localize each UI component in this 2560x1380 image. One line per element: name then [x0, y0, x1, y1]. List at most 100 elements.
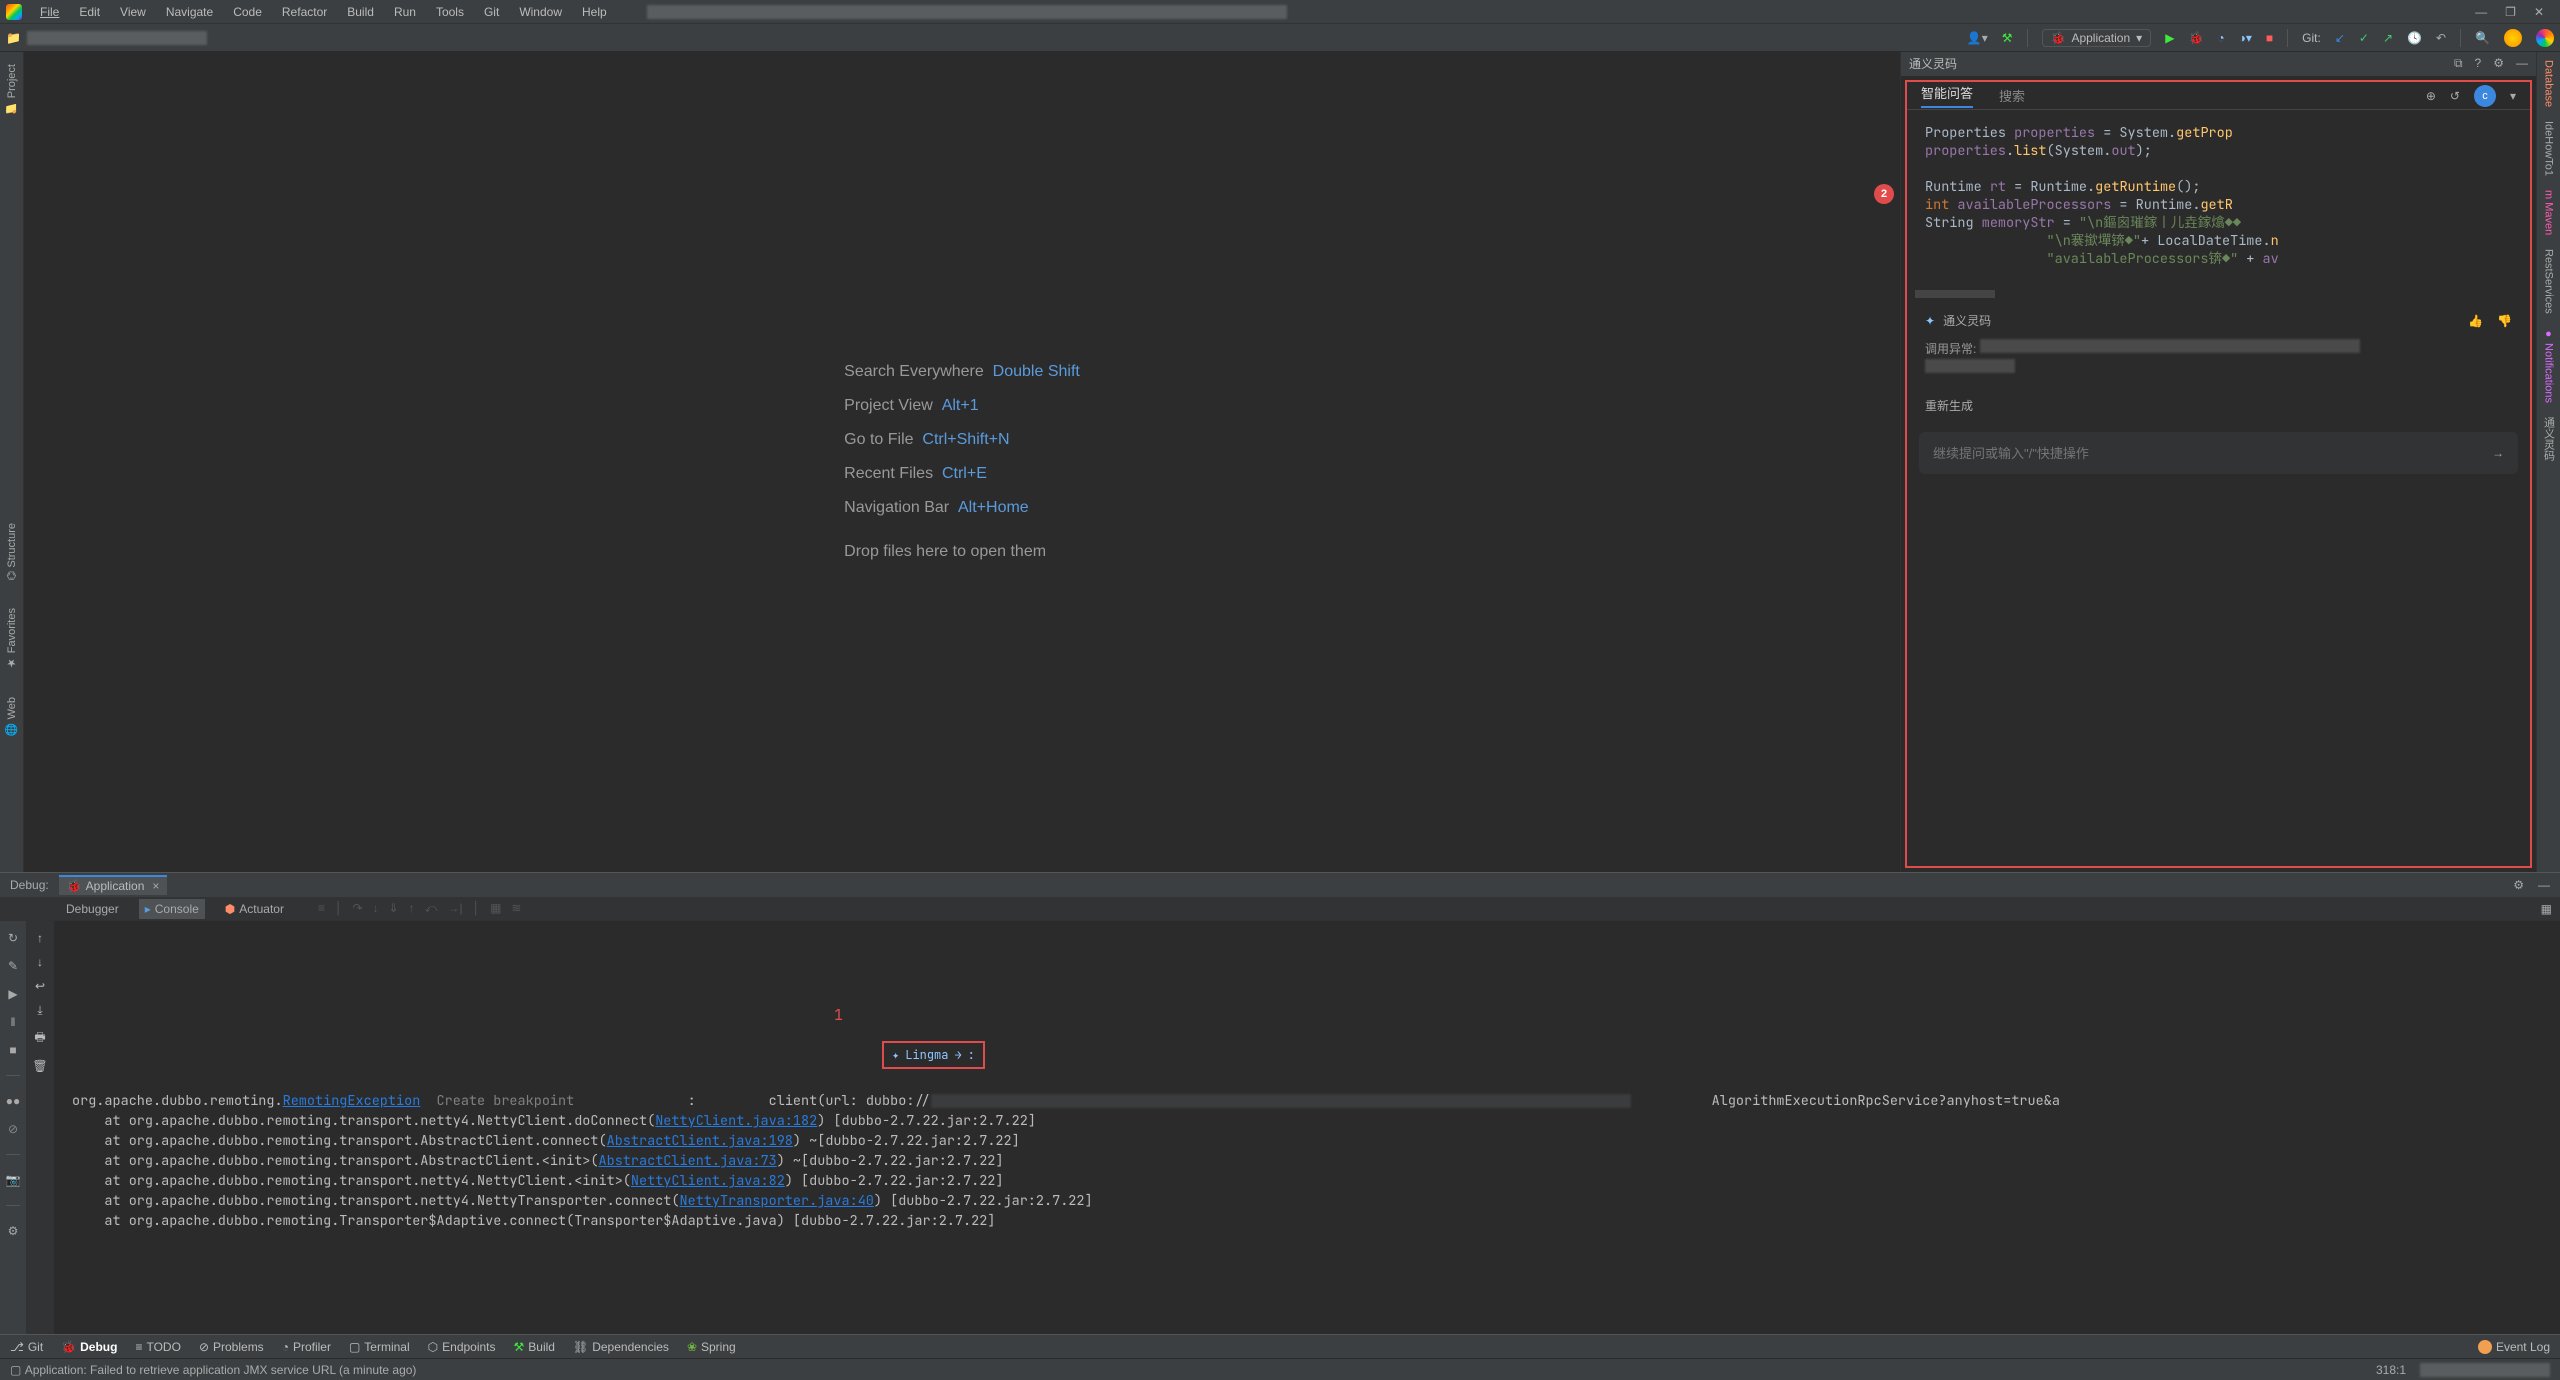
- lingma-suggestion[interactable]: ✦Lingma→:: [882, 1041, 985, 1069]
- source-link[interactable]: NettyClient.java:82: [631, 1172, 785, 1190]
- avatar-icon[interactable]: [2504, 29, 2522, 47]
- thumbs-up-button[interactable]: 👍: [2468, 314, 2483, 328]
- tw-spring[interactable]: ❀Spring: [687, 1340, 736, 1354]
- menu-window[interactable]: Window: [509, 3, 572, 21]
- tab-search[interactable]: 搜索: [1999, 86, 2025, 105]
- search-everywhere-button[interactable]: 🔍: [2475, 31, 2490, 45]
- menu-navigate[interactable]: Navigate: [156, 3, 223, 21]
- rail-web[interactable]: 🌐 Web: [3, 693, 20, 740]
- resume-button[interactable]: ▶: [8, 987, 17, 1001]
- down-arrow-icon[interactable]: ↓: [37, 955, 43, 969]
- menu-edit[interactable]: Edit: [69, 3, 110, 21]
- event-log-button[interactable]: Event Log: [2478, 1340, 2550, 1354]
- new-chat-button[interactable]: ⊕: [2426, 89, 2436, 103]
- git-push-button[interactable]: ↗: [2383, 31, 2393, 45]
- exception-link[interactable]: RemotingException: [283, 1092, 421, 1110]
- thread-dump-button[interactable]: 📷: [6, 1173, 21, 1187]
- stop-button[interactable]: ■: [9, 1043, 16, 1057]
- popup-button[interactable]: ⧉: [2454, 56, 2463, 71]
- tw-problems[interactable]: ⊘Problems: [199, 1340, 264, 1354]
- git-update-button[interactable]: ↙: [2335, 31, 2345, 45]
- coverage-button[interactable]: ◑▾: [2239, 31, 2252, 45]
- source-link[interactable]: AbstractClient.java:73: [599, 1152, 777, 1170]
- tab-qa[interactable]: 智能问答: [1921, 83, 1973, 108]
- debug-button[interactable]: 🐞: [2188, 31, 2203, 45]
- run-button[interactable]: ▶: [2165, 31, 2174, 45]
- ide-features-icon[interactable]: [2536, 29, 2554, 47]
- create-breakpoint[interactable]: Create breakpoint: [437, 1092, 575, 1110]
- regenerate-button[interactable]: 重新生成: [1925, 399, 1973, 413]
- history-button[interactable]: ↺: [2450, 89, 2460, 103]
- source-link[interactable]: AbstractClient.java:198: [607, 1132, 793, 1150]
- step-over-icon[interactable]: ↷: [352, 901, 362, 916]
- trace-icon[interactable]: ≋: [511, 901, 521, 916]
- settings-button[interactable]: ⚙: [8, 1224, 19, 1238]
- thumbs-down-button[interactable]: 👎: [2497, 314, 2512, 328]
- minimize-button[interactable]: —: [2475, 5, 2487, 19]
- git-rollback-button[interactable]: ↶: [2436, 31, 2446, 45]
- rail-restservices[interactable]: RestServices: [2543, 249, 2555, 314]
- tw-git[interactable]: ⎇Git: [10, 1340, 43, 1354]
- tab-debugger[interactable]: Debugger: [60, 899, 125, 919]
- debug-session-tab[interactable]: 🐞 Application ×: [59, 875, 168, 895]
- source-link[interactable]: NettyClient.java:182: [655, 1112, 817, 1130]
- scroll-end-icon[interactable]: ⤓: [37, 1003, 42, 1018]
- prompt-input[interactable]: [1933, 446, 2492, 461]
- console-output[interactable]: 1 ✦Lingma→: org.apache.dubbo.remoting.Re…: [54, 921, 2560, 1334]
- print-icon[interactable]: 🖶: [34, 1028, 45, 1049]
- help-button[interactable]: ?: [2475, 56, 2482, 71]
- stop-button[interactable]: ■: [2266, 31, 2273, 45]
- tw-profiler[interactable]: ◔Profiler: [282, 1340, 331, 1354]
- rerun-button[interactable]: ↻: [8, 931, 18, 945]
- tw-build[interactable]: ⚒Build: [514, 1340, 555, 1354]
- rail-maven[interactable]: m Maven: [2543, 190, 2555, 235]
- profile-button[interactable]: ◔: [2217, 31, 2224, 45]
- step-out-icon[interactable]: ↑: [409, 901, 415, 916]
- gear-icon[interactable]: ⚙: [2493, 56, 2504, 71]
- rail-favorites[interactable]: ★ Favorites: [3, 604, 20, 673]
- hide-button[interactable]: —: [2538, 878, 2550, 892]
- tw-debug[interactable]: 🐞Debug: [61, 1340, 117, 1354]
- rail-database[interactable]: Database: [2543, 60, 2555, 107]
- chevron-down-icon[interactable]: ▾: [2510, 89, 2516, 103]
- notification-badge[interactable]: 2: [1874, 184, 1894, 204]
- close-tab-icon[interactable]: ×: [152, 879, 159, 893]
- pause-button[interactable]: ‖: [11, 1015, 16, 1029]
- menu-view[interactable]: View: [110, 3, 156, 21]
- tw-dependencies[interactable]: ⛓Dependencies: [573, 1340, 669, 1354]
- tab-actuator[interactable]: ⬢Actuator: [219, 899, 290, 919]
- run-config-selector[interactable]: 🐞 Application ▾: [2042, 29, 2152, 47]
- mute-breakpoints-button[interactable]: ⊘: [8, 1122, 18, 1136]
- gear-icon[interactable]: ⚙: [2513, 878, 2524, 892]
- tw-endpoints[interactable]: ⬡Endpoints: [428, 1340, 496, 1354]
- up-arrow-icon[interactable]: ↑: [37, 931, 43, 945]
- user-avatar[interactable]: c: [2474, 85, 2496, 107]
- menu-git[interactable]: Git: [474, 3, 509, 21]
- tw-todo[interactable]: ≡TODO: [135, 1340, 180, 1354]
- build-icon[interactable]: ⚒: [2002, 31, 2013, 45]
- tab-console[interactable]: ▸Console: [139, 899, 205, 919]
- send-button[interactable]: →: [2492, 446, 2504, 460]
- minimize-panel-button[interactable]: —: [2516, 56, 2528, 71]
- menu-file[interactable]: File: [30, 3, 69, 21]
- menu-help[interactable]: Help: [572, 3, 617, 21]
- with-me-icon[interactable]: 👤▾: [1967, 31, 1988, 45]
- drop-frame-icon[interactable]: ⤺: [425, 901, 438, 916]
- git-history-button[interactable]: 🕓: [2407, 31, 2422, 45]
- menu-build[interactable]: Build: [337, 3, 384, 21]
- source-link[interactable]: NettyTransporter.java:40: [680, 1192, 874, 1210]
- horizontal-scrollbar[interactable]: [1915, 290, 1995, 298]
- force-step-into-icon[interactable]: ⇓: [389, 901, 399, 916]
- rail-structure[interactable]: ⌬ Structure: [3, 519, 20, 584]
- rail-project[interactable]: 📁 Project: [3, 60, 20, 119]
- layout-settings-icon[interactable]: ▦: [2541, 902, 2552, 916]
- project-folder-icon[interactable]: 📁: [6, 31, 21, 45]
- view-breakpoints-button[interactable]: ●●: [6, 1094, 21, 1108]
- caret-position[interactable]: 318:1: [2376, 1363, 2406, 1377]
- tw-terminal[interactable]: ▢Terminal: [349, 1340, 410, 1354]
- rail-tongyi[interactable]: 通义灵码: [2541, 417, 2557, 461]
- status-hide-icon[interactable]: ▢: [10, 1363, 21, 1377]
- clear-icon[interactable]: 🗑: [32, 1059, 47, 1073]
- menu-run[interactable]: Run: [384, 3, 426, 21]
- menu-code[interactable]: Code: [223, 3, 272, 21]
